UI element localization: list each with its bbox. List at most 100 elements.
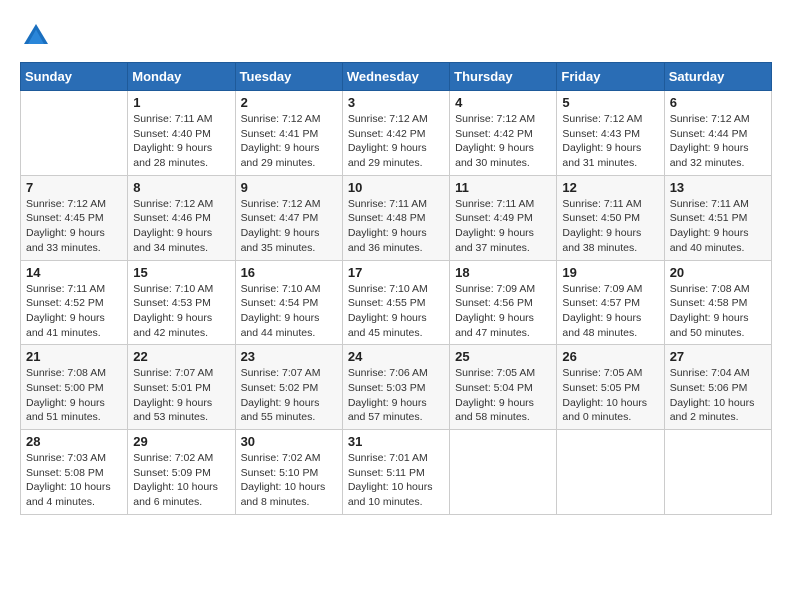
calendar-cell: 29 Sunrise: 7:02 AMSunset: 5:09 PMDayligh… xyxy=(128,430,235,515)
calendar-cell: 10Sunrise: 7:11 AMSunset: 4:48 PMDayligh… xyxy=(342,175,449,260)
day-number: 14 xyxy=(26,265,122,280)
logo xyxy=(20,20,56,52)
week-row-4: 28Sunrise: 7:03 AMSunset: 5:08 PMDayligh… xyxy=(21,430,772,515)
day-info: Sunrise: 7:10 AMSunset: 4:53 PMDaylight:… xyxy=(133,282,229,341)
calendar-cell: 20Sunrise: 7:08 AMSunset: 4:58 PMDayligh… xyxy=(664,260,771,345)
calendar-cell xyxy=(450,430,557,515)
day-number: 9 xyxy=(241,180,337,195)
calendar-cell: 30 Sunrise: 7:02 AMSunset: 5:10 PMDayligh… xyxy=(235,430,342,515)
calendar-cell: 27 Sunrise: 7:04 AMSunset: 5:06 PMDayligh… xyxy=(664,345,771,430)
day-info: Sunrise: 7:10 AMSunset: 4:54 PMDaylight:… xyxy=(241,282,337,341)
day-number: 31 xyxy=(348,434,444,449)
calendar-cell: 18 Sunrise: 7:09 AMSunset: 4:56 PMDayligh… xyxy=(450,260,557,345)
calendar-cell: 3 Sunrise: 7:12 AMSunset: 4:42 PMDaylight… xyxy=(342,91,449,176)
calendar-cell: 12Sunrise: 7:11 AMSunset: 4:50 PMDayligh… xyxy=(557,175,664,260)
weekday-header-sunday: Sunday xyxy=(21,63,128,91)
weekday-header-wednesday: Wednesday xyxy=(342,63,449,91)
day-info: Sunrise: 7:12 AMSunset: 4:46 PMDaylight:… xyxy=(133,197,229,256)
calendar-cell: 7 Sunrise: 7:12 AMSunset: 4:45 PMDaylight… xyxy=(21,175,128,260)
day-info: Sunrise: 7:05 AMSunset: 5:04 PMDaylight:… xyxy=(455,366,551,425)
calendar-cell: 26Sunrise: 7:05 AMSunset: 5:05 PMDayligh… xyxy=(557,345,664,430)
day-number: 30 xyxy=(241,434,337,449)
day-info: Sunrise: 7:07 AMSunset: 5:01 PMDaylight:… xyxy=(133,366,229,425)
day-number: 18 xyxy=(455,265,551,280)
calendar-cell xyxy=(557,430,664,515)
calendar-cell: 15 Sunrise: 7:10 AMSunset: 4:53 PMDayligh… xyxy=(128,260,235,345)
day-info: Sunrise: 7:12 AMSunset: 4:42 PMDaylight:… xyxy=(348,112,444,171)
day-info: Sunrise: 7:12 AMSunset: 4:47 PMDaylight:… xyxy=(241,197,337,256)
calendar-cell: 5Sunrise: 7:12 AMSunset: 4:43 PMDaylight… xyxy=(557,91,664,176)
day-info: Sunrise: 7:11 AMSunset: 4:50 PMDaylight:… xyxy=(562,197,658,256)
calendar-cell: 25 Sunrise: 7:05 AMSunset: 5:04 PMDayligh… xyxy=(450,345,557,430)
day-info: Sunrise: 7:01 AMSunset: 5:11 PMDaylight:… xyxy=(348,451,444,510)
day-number: 27 xyxy=(670,349,766,364)
day-info: Sunrise: 7:11 AMSunset: 4:40 PMDaylight:… xyxy=(133,112,229,171)
calendar-cell: 16 Sunrise: 7:10 AMSunset: 4:54 PMDayligh… xyxy=(235,260,342,345)
calendar-cell: 11 Sunrise: 7:11 AMSunset: 4:49 PMDayligh… xyxy=(450,175,557,260)
day-info: Sunrise: 7:12 AMSunset: 4:45 PMDaylight:… xyxy=(26,197,122,256)
day-number: 15 xyxy=(133,265,229,280)
day-info: Sunrise: 7:02 AMSunset: 5:09 PMDaylight:… xyxy=(133,451,229,510)
day-info: Sunrise: 7:11 AMSunset: 4:48 PMDaylight:… xyxy=(348,197,444,256)
day-info: Sunrise: 7:08 AMSunset: 4:58 PMDaylight:… xyxy=(670,282,766,341)
week-row-2: 14 Sunrise: 7:11 AMSunset: 4:52 PMDayligh… xyxy=(21,260,772,345)
calendar-cell: 2Sunrise: 7:12 AMSunset: 4:41 PMDaylight… xyxy=(235,91,342,176)
day-info: Sunrise: 7:09 AMSunset: 4:56 PMDaylight:… xyxy=(455,282,551,341)
day-info: Sunrise: 7:10 AMSunset: 4:55 PMDaylight:… xyxy=(348,282,444,341)
day-number: 7 xyxy=(26,180,122,195)
calendar-cell: 19Sunrise: 7:09 AMSunset: 4:57 PMDayligh… xyxy=(557,260,664,345)
weekday-row: SundayMondayTuesdayWednesdayThursdayFrid… xyxy=(21,63,772,91)
day-info: Sunrise: 7:05 AMSunset: 5:05 PMDaylight:… xyxy=(562,366,658,425)
day-number: 24 xyxy=(348,349,444,364)
calendar-cell: 23 Sunrise: 7:07 AMSunset: 5:02 PMDayligh… xyxy=(235,345,342,430)
calendar-cell: 4 Sunrise: 7:12 AMSunset: 4:42 PMDaylight… xyxy=(450,91,557,176)
calendar-cell: 8Sunrise: 7:12 AMSunset: 4:46 PMDaylight… xyxy=(128,175,235,260)
header xyxy=(20,20,772,52)
day-number: 22 xyxy=(133,349,229,364)
day-info: Sunrise: 7:12 AMSunset: 4:43 PMDaylight:… xyxy=(562,112,658,171)
calendar-cell: 24 Sunrise: 7:06 AMSunset: 5:03 PMDayligh… xyxy=(342,345,449,430)
day-info: Sunrise: 7:02 AMSunset: 5:10 PMDaylight:… xyxy=(241,451,337,510)
day-number: 29 xyxy=(133,434,229,449)
day-info: Sunrise: 7:09 AMSunset: 4:57 PMDaylight:… xyxy=(562,282,658,341)
day-number: 25 xyxy=(455,349,551,364)
calendar-cell: 21 Sunrise: 7:08 AMSunset: 5:00 PMDayligh… xyxy=(21,345,128,430)
calendar-cell: 6Sunrise: 7:12 AMSunset: 4:44 PMDaylight… xyxy=(664,91,771,176)
day-number: 3 xyxy=(348,95,444,110)
week-row-0: 1 Sunrise: 7:11 AMSunset: 4:40 PMDaylight… xyxy=(21,91,772,176)
day-number: 28 xyxy=(26,434,122,449)
calendar-cell: 22 Sunrise: 7:07 AMSunset: 5:01 PMDayligh… xyxy=(128,345,235,430)
weekday-header-saturday: Saturday xyxy=(664,63,771,91)
day-number: 16 xyxy=(241,265,337,280)
day-info: Sunrise: 7:08 AMSunset: 5:00 PMDaylight:… xyxy=(26,366,122,425)
day-number: 13 xyxy=(670,180,766,195)
calendar-cell: 9 Sunrise: 7:12 AMSunset: 4:47 PMDaylight… xyxy=(235,175,342,260)
calendar-cell: 28Sunrise: 7:03 AMSunset: 5:08 PMDayligh… xyxy=(21,430,128,515)
day-number: 21 xyxy=(26,349,122,364)
day-number: 4 xyxy=(455,95,551,110)
day-info: Sunrise: 7:11 AMSunset: 4:51 PMDaylight:… xyxy=(670,197,766,256)
weekday-header-monday: Monday xyxy=(128,63,235,91)
day-info: Sunrise: 7:07 AMSunset: 5:02 PMDaylight:… xyxy=(241,366,337,425)
day-info: Sunrise: 7:11 AMSunset: 4:52 PMDaylight:… xyxy=(26,282,122,341)
weekday-header-thursday: Thursday xyxy=(450,63,557,91)
day-info: Sunrise: 7:04 AMSunset: 5:06 PMDaylight:… xyxy=(670,366,766,425)
calendar-cell: 17Sunrise: 7:10 AMSunset: 4:55 PMDayligh… xyxy=(342,260,449,345)
day-number: 1 xyxy=(133,95,229,110)
logo-icon xyxy=(20,20,52,52)
day-number: 6 xyxy=(670,95,766,110)
calendar-cell: 13 Sunrise: 7:11 AMSunset: 4:51 PMDayligh… xyxy=(664,175,771,260)
day-number: 23 xyxy=(241,349,337,364)
weekday-header-friday: Friday xyxy=(557,63,664,91)
day-info: Sunrise: 7:12 AMSunset: 4:42 PMDaylight:… xyxy=(455,112,551,171)
calendar-cell: 1 Sunrise: 7:11 AMSunset: 4:40 PMDaylight… xyxy=(128,91,235,176)
calendar-body: 1 Sunrise: 7:11 AMSunset: 4:40 PMDaylight… xyxy=(21,91,772,515)
calendar-cell xyxy=(664,430,771,515)
calendar-cell: 14 Sunrise: 7:11 AMSunset: 4:52 PMDayligh… xyxy=(21,260,128,345)
day-info: Sunrise: 7:11 AMSunset: 4:49 PMDaylight:… xyxy=(455,197,551,256)
day-number: 11 xyxy=(455,180,551,195)
calendar-header: SundayMondayTuesdayWednesdayThursdayFrid… xyxy=(21,63,772,91)
day-info: Sunrise: 7:06 AMSunset: 5:03 PMDaylight:… xyxy=(348,366,444,425)
weekday-header-tuesday: Tuesday xyxy=(235,63,342,91)
calendar-table: SundayMondayTuesdayWednesdayThursdayFrid… xyxy=(20,62,772,515)
